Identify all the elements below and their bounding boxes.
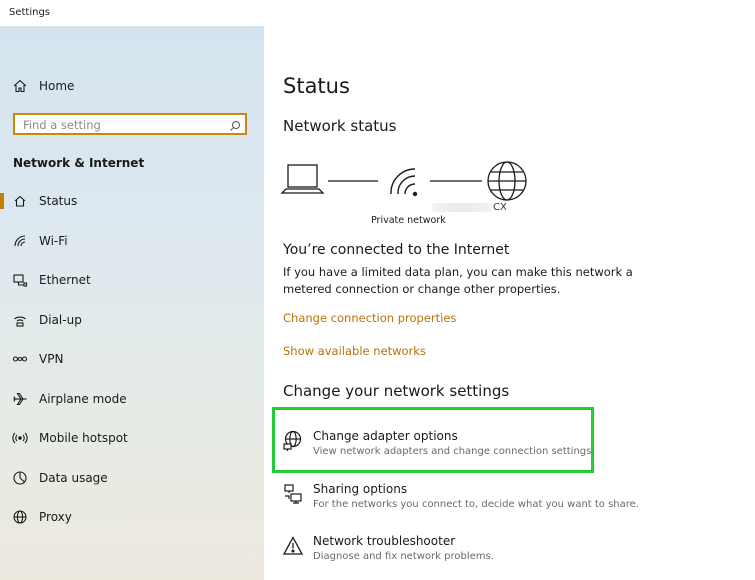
ethernet-icon	[12, 272, 28, 288]
sidebar-item-dialup[interactable]: Dial-up	[0, 303, 264, 337]
network-troubleshooter[interactable]: Network troubleshooter Diagnose and fix …	[282, 534, 742, 574]
sidebar-item-label: Mobile hotspot	[39, 431, 128, 445]
sidebar-item-label: Airplane mode	[39, 392, 127, 406]
sidebar-item-data-usage[interactable]: Data usage	[0, 461, 264, 495]
sidebar-home-label: Home	[39, 79, 75, 93]
sidebar-item-status[interactable]: Status	[0, 184, 264, 218]
globe-icon	[12, 509, 28, 525]
option-title: Change adapter options	[313, 429, 458, 443]
sidebar-item-label: Wi-Fi	[39, 234, 68, 248]
option-description: Diagnose and fix network problems.	[313, 551, 494, 562]
network-name: CX	[432, 202, 507, 213]
vpn-icon	[12, 351, 28, 367]
redacted-network-name	[432, 202, 492, 212]
connection-description: If you have a limited data plan, you can…	[283, 265, 633, 296]
search-box[interactable]	[13, 113, 247, 135]
sidebar-item-label: Ethernet	[39, 273, 91, 287]
warning-icon	[282, 535, 304, 557]
laptop-icon	[280, 164, 325, 194]
sidebar-item-ethernet[interactable]: Ethernet	[0, 263, 264, 297]
sidebar-item-label: Status	[39, 194, 78, 208]
option-description: For the networks you connect to, decide …	[313, 499, 639, 510]
title-bar: Settings	[0, 0, 755, 26]
internet-globe-icon	[487, 161, 527, 201]
sidebar-item-wifi[interactable]: Wi-Fi	[0, 224, 264, 258]
sidebar-section-heading: Network & Internet	[13, 156, 145, 170]
sharing-options[interactable]: Sharing options For the networks you con…	[282, 482, 742, 522]
wifi-icon	[12, 233, 28, 249]
sidebar-item-airplane-mode[interactable]: Airplane mode	[0, 382, 264, 416]
change-connection-properties-link[interactable]: Change connection properties	[283, 311, 456, 325]
sidebar-item-label: Proxy	[39, 510, 72, 524]
status-icon	[12, 193, 28, 209]
sidebar-item-vpn[interactable]: VPN	[0, 342, 264, 376]
sidebar-item-label: VPN	[39, 352, 64, 366]
sharing-icon	[282, 483, 304, 505]
window-title: Settings	[9, 7, 51, 18]
hotspot-icon	[12, 430, 28, 446]
option-title: Network troubleshooter	[313, 534, 456, 548]
option-description: View network adapters and change connect…	[313, 446, 595, 457]
change-adapter-options[interactable]: Change adapter options View network adap…	[282, 429, 742, 469]
show-available-networks-link[interactable]: Show available networks	[283, 344, 426, 358]
data-usage-icon	[12, 470, 28, 486]
network-type: Private network	[371, 215, 446, 226]
main-content: Status Network status CX Private network…	[264, 26, 755, 580]
search-icon[interactable]	[229, 117, 241, 136]
home-icon	[12, 78, 28, 94]
change-network-settings-heading: Change your network settings	[283, 382, 510, 400]
network-name-suffix: CX	[493, 202, 507, 213]
dialup-icon	[12, 312, 28, 328]
sidebar-item-label: Dial-up	[39, 313, 82, 327]
sidebar: Home Network & Internet Status Wi-Fi	[0, 26, 264, 580]
sidebar-item-label: Data usage	[39, 471, 108, 485]
sidebar-item-mobile-hotspot[interactable]: Mobile hotspot	[0, 421, 264, 455]
connection-status-heading: You’re connected to the Internet	[283, 242, 510, 258]
wifi-signal-icon	[390, 168, 418, 197]
option-title: Sharing options	[313, 482, 408, 496]
sidebar-item-proxy[interactable]: Proxy	[0, 500, 264, 534]
sidebar-item-home[interactable]: Home	[0, 69, 264, 103]
airplane-icon	[12, 391, 28, 407]
search-input[interactable]	[21, 116, 225, 134]
adapter-icon	[282, 430, 304, 452]
network-diagram	[280, 161, 527, 201]
